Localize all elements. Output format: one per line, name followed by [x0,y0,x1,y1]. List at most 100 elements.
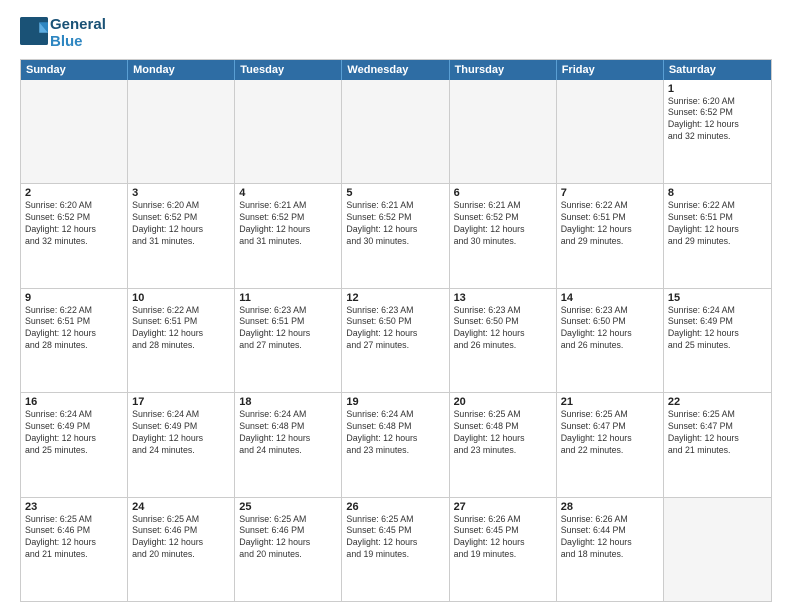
day-number: 19 [346,396,444,408]
day-number: 17 [132,396,230,408]
cell-info: Sunrise: 6:24 AM Sunset: 6:49 PM Dayligh… [668,305,767,353]
cal-cell: 9Sunrise: 6:22 AM Sunset: 6:51 PM Daylig… [21,289,128,393]
cell-info: Sunrise: 6:20 AM Sunset: 6:52 PM Dayligh… [668,96,767,144]
day-number: 23 [25,501,123,513]
cell-info: Sunrise: 6:23 AM Sunset: 6:50 PM Dayligh… [561,305,659,353]
day-number: 24 [132,501,230,513]
cell-info: Sunrise: 6:22 AM Sunset: 6:51 PM Dayligh… [132,305,230,353]
cal-cell: 13Sunrise: 6:23 AM Sunset: 6:50 PM Dayli… [450,289,557,393]
cal-cell: 27Sunrise: 6:26 AM Sunset: 6:45 PM Dayli… [450,498,557,602]
cell-info: Sunrise: 6:26 AM Sunset: 6:44 PM Dayligh… [561,514,659,562]
cell-info: Sunrise: 6:22 AM Sunset: 6:51 PM Dayligh… [561,200,659,248]
day-number: 21 [561,396,659,408]
cal-cell: 3Sunrise: 6:20 AM Sunset: 6:52 PM Daylig… [128,184,235,288]
cell-info: Sunrise: 6:25 AM Sunset: 6:46 PM Dayligh… [239,514,337,562]
day-number: 12 [346,292,444,304]
day-number: 5 [346,187,444,199]
cell-info: Sunrise: 6:26 AM Sunset: 6:45 PM Dayligh… [454,514,552,562]
cell-info: Sunrise: 6:23 AM Sunset: 6:51 PM Dayligh… [239,305,337,353]
cal-cell: 14Sunrise: 6:23 AM Sunset: 6:50 PM Dayli… [557,289,664,393]
day-number: 25 [239,501,337,513]
day-number: 2 [25,187,123,199]
cal-cell: 21Sunrise: 6:25 AM Sunset: 6:47 PM Dayli… [557,393,664,497]
cal-cell: 1Sunrise: 6:20 AM Sunset: 6:52 PM Daylig… [664,80,771,184]
week-row-2: 9Sunrise: 6:22 AM Sunset: 6:51 PM Daylig… [21,288,771,393]
cell-info: Sunrise: 6:25 AM Sunset: 6:47 PM Dayligh… [561,409,659,457]
cal-cell: 6Sunrise: 6:21 AM Sunset: 6:52 PM Daylig… [450,184,557,288]
day-number: 4 [239,187,337,199]
logo: General Blue [20,16,106,51]
day-number: 9 [25,292,123,304]
cal-cell: 25Sunrise: 6:25 AM Sunset: 6:46 PM Dayli… [235,498,342,602]
day-number: 18 [239,396,337,408]
cell-info: Sunrise: 6:24 AM Sunset: 6:48 PM Dayligh… [346,409,444,457]
cal-cell: 23Sunrise: 6:25 AM Sunset: 6:46 PM Dayli… [21,498,128,602]
cal-cell: 7Sunrise: 6:22 AM Sunset: 6:51 PM Daylig… [557,184,664,288]
cal-cell: 11Sunrise: 6:23 AM Sunset: 6:51 PM Dayli… [235,289,342,393]
day-number: 1 [668,83,767,95]
cal-cell [128,80,235,184]
cal-cell: 28Sunrise: 6:26 AM Sunset: 6:44 PM Dayli… [557,498,664,602]
cell-info: Sunrise: 6:23 AM Sunset: 6:50 PM Dayligh… [454,305,552,353]
page: General Blue SundayMondayTuesdayWednesda… [0,0,792,612]
day-number: 26 [346,501,444,513]
cell-info: Sunrise: 6:24 AM Sunset: 6:49 PM Dayligh… [132,409,230,457]
cal-cell: 2Sunrise: 6:20 AM Sunset: 6:52 PM Daylig… [21,184,128,288]
cal-cell: 19Sunrise: 6:24 AM Sunset: 6:48 PM Dayli… [342,393,449,497]
weekday-header-saturday: Saturday [664,60,771,80]
calendar-body: 1Sunrise: 6:20 AM Sunset: 6:52 PM Daylig… [21,80,771,602]
day-number: 27 [454,501,552,513]
weekday-header-friday: Friday [557,60,664,80]
cell-info: Sunrise: 6:22 AM Sunset: 6:51 PM Dayligh… [25,305,123,353]
week-row-0: 1Sunrise: 6:20 AM Sunset: 6:52 PM Daylig… [21,80,771,184]
day-number: 15 [668,292,767,304]
cell-info: Sunrise: 6:22 AM Sunset: 6:51 PM Dayligh… [668,200,767,248]
cal-cell: 20Sunrise: 6:25 AM Sunset: 6:48 PM Dayli… [450,393,557,497]
cal-cell [21,80,128,184]
calendar: SundayMondayTuesdayWednesdayThursdayFrid… [20,59,772,603]
weekday-header-sunday: Sunday [21,60,128,80]
cell-info: Sunrise: 6:25 AM Sunset: 6:46 PM Dayligh… [25,514,123,562]
weekday-header-tuesday: Tuesday [235,60,342,80]
cell-info: Sunrise: 6:20 AM Sunset: 6:52 PM Dayligh… [132,200,230,248]
day-number: 22 [668,396,767,408]
logo-icon [20,17,48,45]
day-number: 8 [668,187,767,199]
cell-info: Sunrise: 6:21 AM Sunset: 6:52 PM Dayligh… [239,200,337,248]
cal-cell: 17Sunrise: 6:24 AM Sunset: 6:49 PM Dayli… [128,393,235,497]
day-number: 16 [25,396,123,408]
day-number: 14 [561,292,659,304]
week-row-1: 2Sunrise: 6:20 AM Sunset: 6:52 PM Daylig… [21,183,771,288]
cal-cell: 5Sunrise: 6:21 AM Sunset: 6:52 PM Daylig… [342,184,449,288]
cal-cell: 10Sunrise: 6:22 AM Sunset: 6:51 PM Dayli… [128,289,235,393]
day-number: 3 [132,187,230,199]
cal-cell [450,80,557,184]
day-number: 28 [561,501,659,513]
logo-text: General Blue [50,16,106,51]
day-number: 7 [561,187,659,199]
header: General Blue [20,16,772,51]
weekday-header-thursday: Thursday [450,60,557,80]
cal-cell: 22Sunrise: 6:25 AM Sunset: 6:47 PM Dayli… [664,393,771,497]
day-number: 11 [239,292,337,304]
cell-info: Sunrise: 6:23 AM Sunset: 6:50 PM Dayligh… [346,305,444,353]
cal-cell [664,498,771,602]
cal-cell: 26Sunrise: 6:25 AM Sunset: 6:45 PM Dayli… [342,498,449,602]
cell-info: Sunrise: 6:20 AM Sunset: 6:52 PM Dayligh… [25,200,123,248]
cal-cell: 8Sunrise: 6:22 AM Sunset: 6:51 PM Daylig… [664,184,771,288]
cal-cell: 18Sunrise: 6:24 AM Sunset: 6:48 PM Dayli… [235,393,342,497]
day-number: 13 [454,292,552,304]
cell-info: Sunrise: 6:25 AM Sunset: 6:45 PM Dayligh… [346,514,444,562]
cal-cell: 24Sunrise: 6:25 AM Sunset: 6:46 PM Dayli… [128,498,235,602]
cell-info: Sunrise: 6:21 AM Sunset: 6:52 PM Dayligh… [454,200,552,248]
day-number: 6 [454,187,552,199]
cell-info: Sunrise: 6:25 AM Sunset: 6:46 PM Dayligh… [132,514,230,562]
calendar-header: SundayMondayTuesdayWednesdayThursdayFrid… [21,60,771,80]
cal-cell [235,80,342,184]
cal-cell [342,80,449,184]
cal-cell: 15Sunrise: 6:24 AM Sunset: 6:49 PM Dayli… [664,289,771,393]
weekday-header-wednesday: Wednesday [342,60,449,80]
cal-cell [557,80,664,184]
cell-info: Sunrise: 6:25 AM Sunset: 6:48 PM Dayligh… [454,409,552,457]
week-row-4: 23Sunrise: 6:25 AM Sunset: 6:46 PM Dayli… [21,497,771,602]
